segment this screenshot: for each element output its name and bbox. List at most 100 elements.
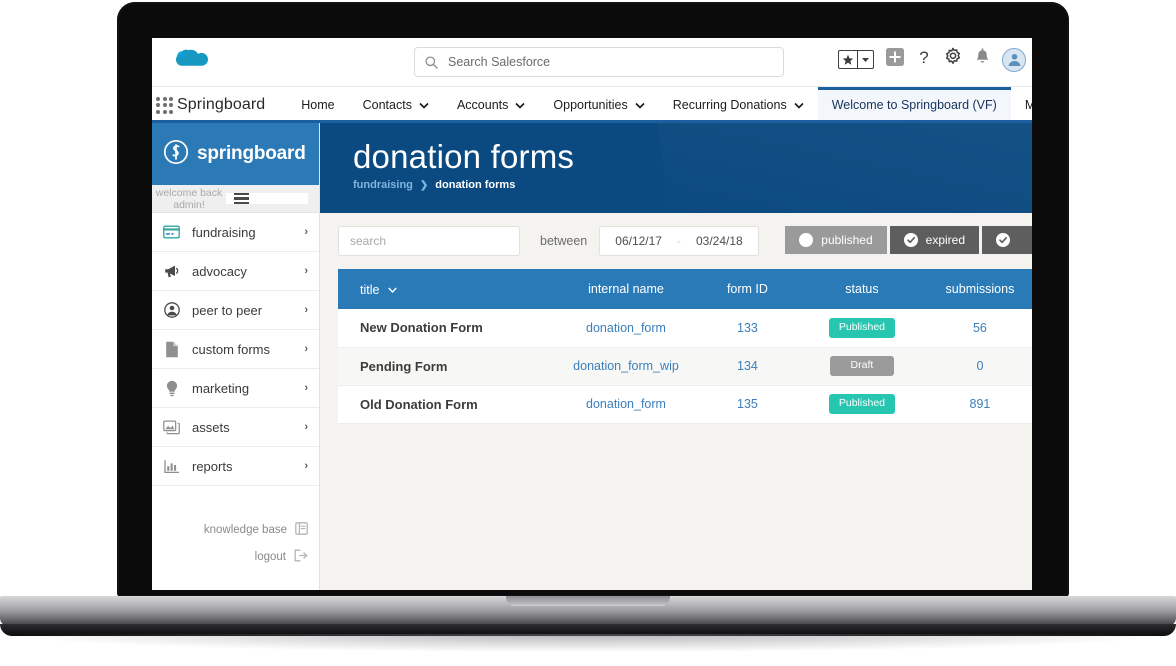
filter-toggle-third[interactable]: [982, 226, 1032, 254]
logout-arrow-icon: [294, 549, 308, 565]
tab-home-label: Home: [301, 98, 335, 112]
cell-form-id: 134: [698, 347, 797, 386]
sidebar-item-advocacy[interactable]: advocacy ›: [152, 252, 319, 291]
forms-table-body: New Donation Form donation_form 133 Publ…: [338, 309, 1032, 424]
sidebar-item-peer-to-peer[interactable]: peer to peer ›: [152, 291, 319, 330]
app-name: Springboard: [177, 96, 266, 113]
sidebar-item-marketing[interactable]: marketing ›: [152, 369, 319, 408]
sidebar-item-label: reports: [192, 458, 233, 474]
sidebar-item-label: fundraising: [192, 224, 256, 240]
tab-more[interactable]: More: [1011, 87, 1032, 123]
column-header-status[interactable]: status: [796, 269, 928, 309]
sidebar-item-custom-forms[interactable]: custom forms ›: [152, 330, 319, 369]
status-filter-toggles: published expired: [785, 226, 1032, 254]
notifications-bell-icon[interactable]: [974, 47, 991, 72]
cell-internal-name[interactable]: donation_form: [553, 309, 699, 348]
cell-submissions[interactable]: 891: [927, 385, 1032, 424]
hamburger-menu-icon[interactable]: [226, 192, 308, 205]
date-from-input[interactable]: 06/12/17: [600, 227, 677, 255]
tab-more-label: More: [1024, 98, 1032, 112]
sidebar-item-reports[interactable]: reports ›: [152, 447, 319, 486]
tab-home[interactable]: Home: [287, 87, 348, 123]
cell-title: Pending Form: [338, 347, 554, 386]
favorites-control[interactable]: [838, 50, 874, 69]
sidebar-item-assets[interactable]: assets ›: [152, 408, 319, 447]
chevron-down-icon: [635, 102, 645, 109]
help-icon[interactable]: ?: [916, 47, 932, 72]
breadcrumb-item-fundraising[interactable]: fundraising: [353, 179, 413, 191]
cell-internal-name[interactable]: donation_form: [553, 385, 699, 424]
search-icon: [425, 55, 438, 69]
sidebar-item-label: marketing: [192, 380, 250, 396]
cell-submissions[interactable]: 0: [927, 347, 1032, 386]
salesforce-global-header: Search Salesforce ?: [152, 38, 1032, 86]
sidebar-knowledge-base[interactable]: knowledge base: [152, 522, 308, 538]
status-badge: Published: [828, 317, 895, 338]
tab-welcome-to-springboard[interactable]: Welcome to Springboard (VF): [817, 87, 1011, 123]
global-search-placeholder: Search Salesforce: [448, 55, 551, 69]
sidebar-logout[interactable]: logout: [152, 549, 308, 565]
tab-opportunities-label: Opportunities: [553, 98, 628, 112]
global-header-actions: ?: [838, 47, 1026, 72]
column-header-form-id[interactable]: form ID: [698, 269, 797, 309]
checked-circle-icon: [996, 233, 1010, 247]
status-badge: Draft: [829, 356, 894, 376]
megaphone-icon: [163, 264, 180, 279]
app-launcher-waffle-icon[interactable]: [156, 87, 173, 123]
setup-gear-icon[interactable]: [943, 47, 963, 72]
cell-form-id: 135: [698, 385, 797, 424]
date-range-group: 06/12/17 - 03/24/18: [599, 226, 759, 256]
column-header-title[interactable]: title: [338, 269, 554, 309]
cell-status: Draft: [796, 347, 928, 386]
filter-toggle-published-label: published: [821, 233, 873, 247]
tab-opportunities[interactable]: Opportunities: [539, 87, 658, 123]
cell-submissions[interactable]: 56: [927, 309, 1032, 348]
favorites-caret-icon[interactable]: [858, 51, 873, 68]
filter-toggle-expired[interactable]: expired: [889, 226, 979, 254]
tab-contacts[interactable]: Contacts: [349, 87, 443, 123]
chevron-right-icon: ›: [304, 343, 308, 355]
checked-circle-icon: [903, 233, 918, 247]
date-to-input[interactable]: 03/24/18: [681, 227, 758, 255]
sidebar-brand[interactable]: springboard: [152, 123, 319, 185]
user-avatar[interactable]: [1002, 47, 1026, 72]
between-label: between: [540, 234, 588, 248]
breadcrumb-separator-icon: ❯: [419, 179, 429, 191]
sidebar-item-label: assets: [192, 419, 230, 435]
tab-recurring-donations-label: Recurring Donations: [672, 98, 787, 112]
tab-contacts-label: Contacts: [362, 98, 412, 112]
credit-card-icon: [163, 225, 180, 239]
sidebar-welcome-bar: welcome back admin!: [152, 185, 319, 213]
document-icon: [163, 341, 180, 358]
table-row[interactable]: Old Donation Form donation_form 135 Publ…: [338, 385, 1032, 424]
salesforce-cloud-icon: [172, 46, 208, 77]
column-header-submissions[interactable]: submissions: [927, 269, 1032, 309]
chevron-right-icon: ›: [304, 460, 308, 472]
screen: Search Salesforce ? Springboard Home Con…: [152, 38, 1032, 590]
book-icon: [295, 522, 308, 538]
sidebar-item-fundraising[interactable]: fundraising ›: [152, 213, 319, 252]
tab-accounts[interactable]: Accounts: [443, 87, 539, 123]
table-row[interactable]: Pending Form donation_form_wip 134 Draft…: [338, 347, 1032, 386]
svg-text:?: ?: [919, 48, 928, 67]
table-row[interactable]: New Donation Form donation_form 133 Publ…: [338, 309, 1032, 348]
cell-status: Published: [796, 385, 928, 424]
sidebar-item-label: advocacy: [192, 263, 247, 279]
add-icon[interactable]: [885, 47, 905, 72]
cell-internal-name[interactable]: donation_form_wip: [553, 347, 699, 386]
cell-status: Published: [796, 309, 928, 348]
tab-recurring-donations[interactable]: Recurring Donations: [659, 87, 818, 123]
column-header-internal-name[interactable]: internal name: [553, 269, 699, 309]
laptop-shadow: [14, 634, 1162, 652]
global-search-input[interactable]: Search Salesforce: [414, 47, 784, 77]
forms-table-container: title internal name form ID status submi…: [320, 269, 1032, 424]
breadcrumb: fundraising ❯ donation forms: [353, 179, 1032, 191]
sidebar-knowledge-base-label: knowledge base: [203, 524, 287, 536]
page-header: donation forms fundraising ❯ donation fo…: [320, 123, 1032, 213]
filter-toggle-published[interactable]: published: [785, 226, 887, 254]
favorites-star-icon[interactable]: [839, 51, 858, 68]
search-input[interactable]: search: [338, 226, 520, 256]
column-header-title-label: title: [360, 282, 380, 297]
cell-title: Old Donation Form: [338, 385, 554, 424]
forms-table-head: title internal name form ID status submi…: [338, 269, 1032, 309]
